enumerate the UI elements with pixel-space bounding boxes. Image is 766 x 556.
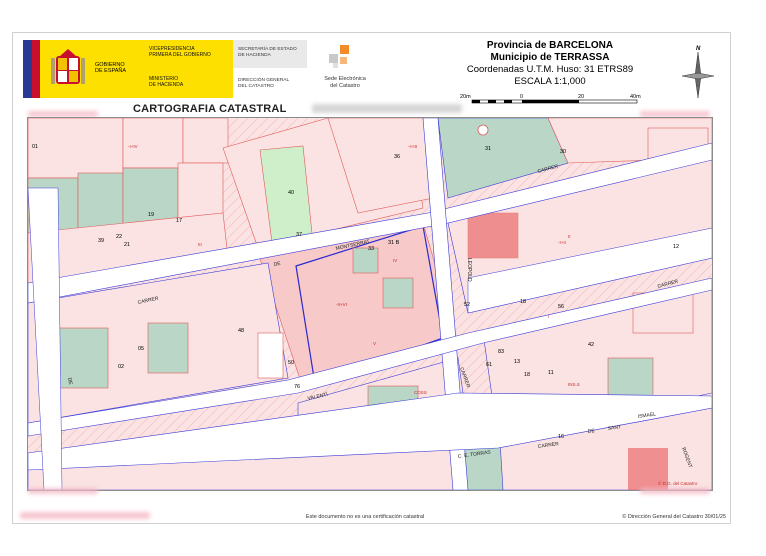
government-logo: GOBIERNO DE ESPAÑA VICEPRESIDENCIA PRIME…: [23, 40, 233, 98]
block-number: 13: [514, 359, 520, 365]
scale-tick-0: 0: [520, 94, 523, 100]
map-canvas[interactable]: CARRER DE MONTSERRAT LEOPOLD CARRER DE V…: [28, 118, 712, 490]
sec-line-1: SECRETARÍA DE ESTADO: [238, 47, 297, 52]
scale-tick-20: 20: [578, 94, 584, 100]
block-number: 02: [118, 364, 124, 370]
block-number: 31 B: [388, 240, 400, 246]
ministerio-label: MINISTERIO DE HACIENDA: [149, 76, 183, 88]
building-code: V: [373, 341, 376, 346]
block-number: 05: [138, 346, 144, 352]
vicepresidencia-label: VICEPRESIDENCIA PRIMERA DEL GOBIERNO: [149, 46, 211, 58]
block-number: 36: [394, 154, 400, 160]
redacted-reference: [312, 104, 462, 113]
block-number: 33: [368, 246, 374, 252]
redacted-br: [640, 488, 710, 494]
block-number: 18: [520, 299, 526, 305]
scale-tick-40m: 40m: [630, 94, 641, 100]
sede-electronica-label: Sede Electrónica del Catastro: [315, 76, 375, 89]
block-number: 39: [98, 238, 104, 244]
coordinates-label: Coordenadas U.T.M. Huso: 31 ETRS89: [466, 64, 634, 75]
sede-electronica-icon: [329, 45, 349, 68]
sec-line-2: DE HACIENDA: [238, 52, 271, 58]
min-line-2: DE HACIENDA: [149, 82, 184, 88]
block-number: 52: [464, 302, 470, 308]
block-number: 76: [294, 384, 300, 390]
building-code: III: [198, 242, 202, 247]
block-number: 19: [148, 212, 154, 218]
north-arrow-icon: N: [681, 46, 715, 99]
title-block: Provincia de BARCELONA Municipio de TERR…: [450, 40, 650, 88]
block-number: 17: [176, 218, 182, 224]
block-number: 61: [486, 362, 492, 368]
building-code: -I+IV: [128, 144, 138, 149]
building-code: -I+III: [408, 144, 417, 149]
north-label: N: [696, 46, 701, 52]
block-number: 40: [288, 190, 294, 196]
block-number: 16: [558, 434, 564, 440]
building-code: INS.S: [568, 382, 580, 387]
cartography-title: CARTOGRAFIA CATASTRAL: [133, 103, 287, 115]
scale-tick-20m-left: 20m: [460, 94, 471, 100]
block-number: 21: [124, 242, 130, 248]
footer-copyright: © Dirección General del Catastro 30/01/2…: [622, 514, 726, 520]
block-number: 31: [485, 146, 491, 152]
block-number: 56: [558, 304, 564, 310]
block-number: 83: [498, 349, 504, 355]
block-number: 37: [296, 232, 302, 238]
map-copyright: © D.G. del Catastro: [658, 480, 698, 486]
building-code: COSS: [414, 390, 427, 395]
redacted-bl: [28, 488, 98, 494]
footer-disclaimer: Este documento no es una certificación c…: [305, 514, 425, 520]
building-code: -II+VI: [336, 302, 347, 307]
municipality-title: Municipio de TERRASSA: [490, 52, 610, 63]
flag-icon: [23, 40, 40, 98]
block-number: 30: [560, 149, 566, 155]
scale-label: ESCALA 1:1,000: [514, 76, 586, 87]
building-code: II: [568, 234, 571, 239]
block-number: 12: [673, 244, 679, 250]
dg-line-2: DEL CATASTRO: [238, 83, 274, 89]
scale-bar: 20m 0 20 40m: [460, 94, 641, 104]
direccion-general-label: DIRECCIÓN GENERAL DEL CATASTRO: [238, 78, 289, 89]
province-title: Provincia de BARCELONA: [486, 40, 614, 51]
block-number: 01: [32, 144, 38, 150]
block-number: 22: [116, 234, 122, 240]
redacted-footer-left: [20, 512, 150, 519]
block-number: 42: [588, 342, 594, 348]
building-code: IV: [393, 258, 397, 263]
gov-line-2: DE ESPAÑA: [95, 68, 127, 74]
building-code: -I+II: [558, 240, 566, 245]
coat-of-arms-icon: [51, 49, 85, 84]
vice-line-2: PRIMERA DEL GOBIERNO: [149, 52, 211, 58]
building-code: I: [548, 314, 549, 319]
sede-line-2: del Catastro: [330, 82, 360, 89]
street-label: LEOPOLD: [466, 258, 472, 282]
cadastral-map[interactable]: CARRER DE MONTSERRAT LEOPOLD CARRER DE V…: [27, 117, 713, 491]
secretaria-box: SECRETARÍA DE ESTADO DE HACIENDA: [233, 40, 307, 68]
dg-line-1: DIRECCIÓN GENERAL: [238, 78, 290, 83]
block-number: 18: [524, 372, 530, 378]
block-number: 50: [288, 360, 294, 366]
government-label: GOBIERNO DE ESPAÑA: [95, 62, 126, 74]
block-number: 11: [548, 370, 554, 376]
block-number: 48: [238, 328, 244, 334]
